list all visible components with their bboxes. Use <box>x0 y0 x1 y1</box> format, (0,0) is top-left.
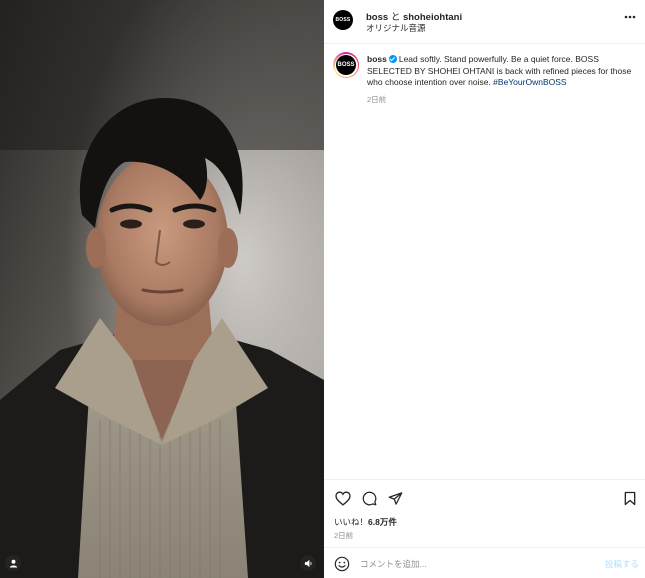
avatar[interactable]: BOSS <box>333 10 353 30</box>
emoji-icon <box>334 556 350 572</box>
caption-text: boss Lead softly. Stand powerfully. Be a … <box>367 54 639 89</box>
post-photo <box>0 0 324 578</box>
hashtag-link[interactable]: #BeYourOwnBOSS <box>493 77 566 87</box>
tagged-users-button[interactable] <box>5 555 21 571</box>
caption-username[interactable]: boss <box>367 54 387 64</box>
likes-count[interactable]: いいね！6.8万件 <box>334 516 397 528</box>
story-avatar[interactable]: BOSS <box>333 52 359 78</box>
paper-plane-icon <box>388 491 402 505</box>
post-header: BOSS boss と shoheiohtani オリジナル音源 <box>324 0 645 44</box>
save-button[interactable] <box>621 489 639 507</box>
more-icon <box>624 15 636 19</box>
heart-icon <box>335 490 351 506</box>
more-options-button[interactable] <box>623 11 637 23</box>
speaker-icon <box>304 559 312 567</box>
comment-button[interactable] <box>360 489 378 507</box>
likes-number: 6.8万件 <box>368 517 397 527</box>
post-details-panel: BOSS boss と shoheiohtani オリジナル音源 BOSS bo… <box>324 0 645 578</box>
emoji-button[interactable] <box>334 556 350 572</box>
avatar-text: BOSS <box>337 62 355 68</box>
post-comment-button[interactable]: 投稿する <box>605 558 639 570</box>
like-button[interactable] <box>334 489 352 507</box>
comment-bar: 投稿する <box>324 547 645 578</box>
comment-input[interactable] <box>360 555 580 572</box>
post-owners: boss と shoheiohtani <box>366 9 462 23</box>
comment-icon <box>362 491 376 505</box>
post-actions: いいね！6.8万件 2日前 <box>324 479 645 540</box>
post-timestamp: 2日前 <box>334 531 354 540</box>
mute-button[interactable] <box>300 555 316 571</box>
share-button[interactable] <box>386 489 404 507</box>
audio-link[interactable]: オリジナル音源 <box>366 22 426 34</box>
user-icon <box>9 559 17 568</box>
post-media[interactable] <box>0 0 324 578</box>
verified-badge-icon <box>388 55 397 63</box>
bookmark-icon <box>624 491 636 505</box>
likes-label: いいね！ <box>334 517 369 527</box>
caption-timestamp: 2日前 <box>367 95 387 104</box>
avatar-text: BOSS <box>335 17 351 23</box>
